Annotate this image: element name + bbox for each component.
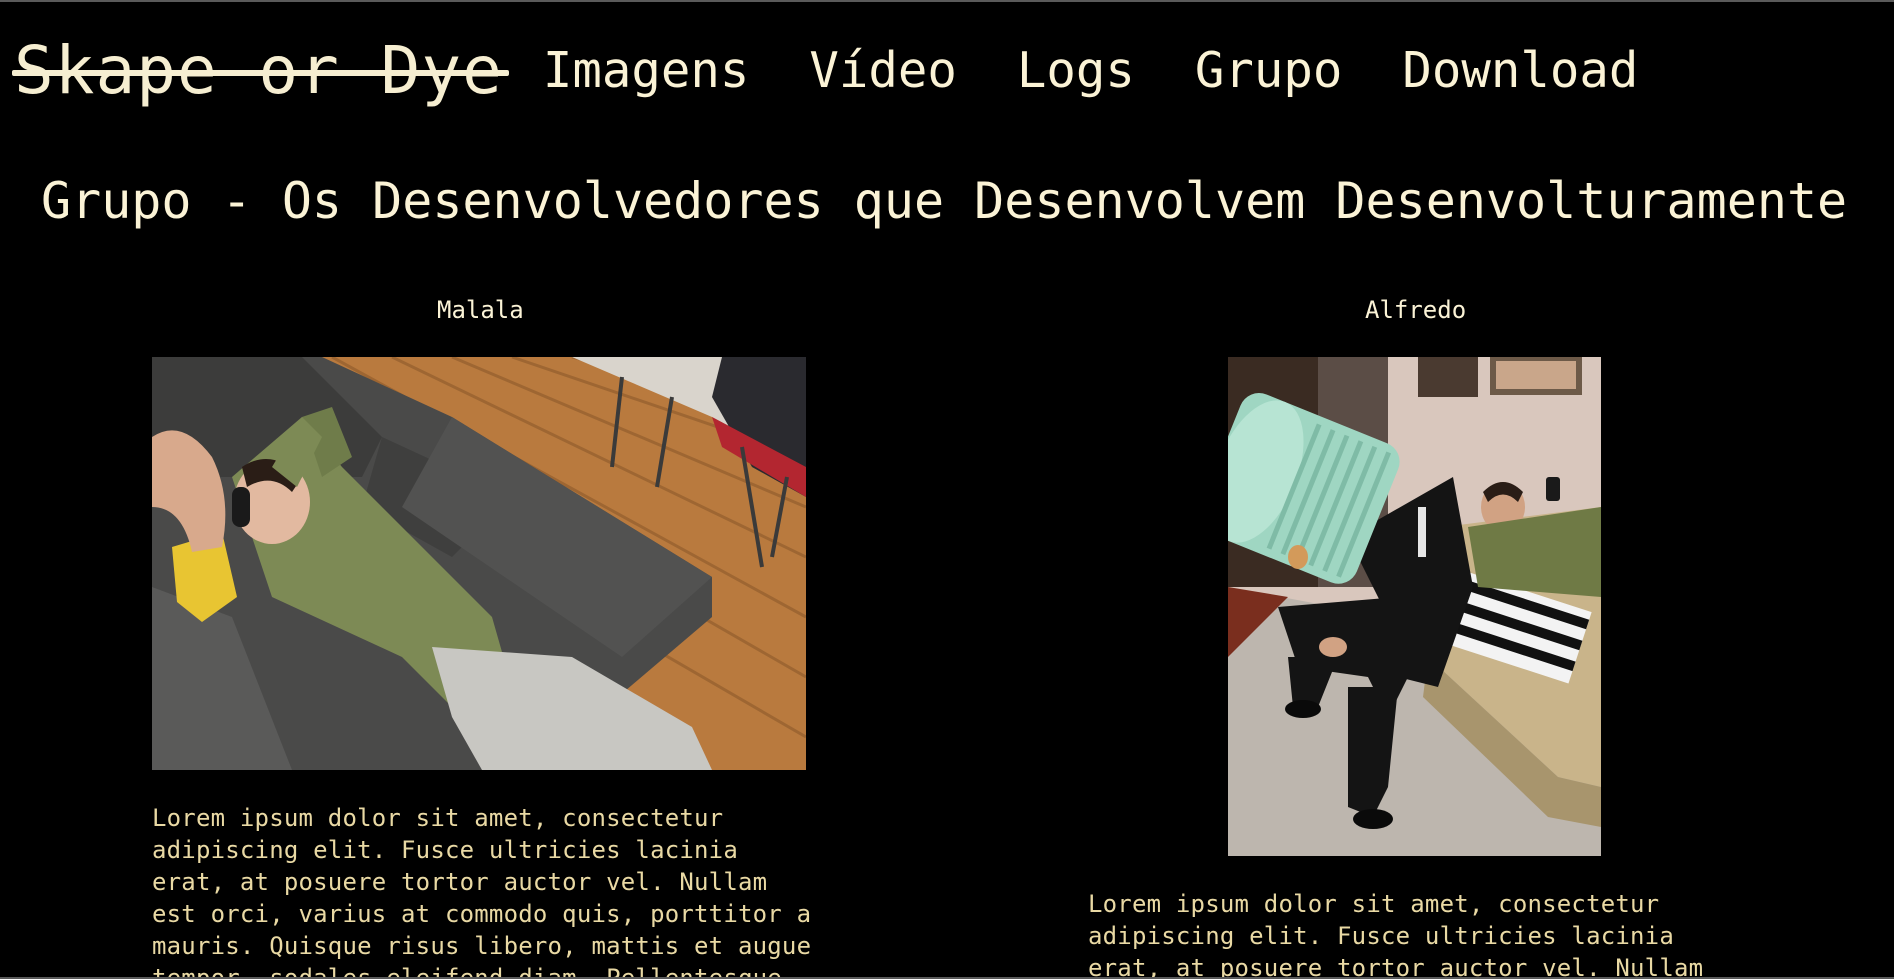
page-title: Grupo - Os Desenvolvedores que Desenvolv…: [41, 172, 1848, 230]
member-photo-illustration: [152, 357, 806, 770]
nav-link-grupo[interactable]: Grupo: [1195, 42, 1343, 99]
nav-links: Imagens Vídeo Logs Grupo Download: [543, 42, 1699, 99]
logo-strikethrough: [12, 69, 509, 76]
nav-link-download[interactable]: Download: [1402, 42, 1638, 99]
member-photo-illustration: [1228, 357, 1601, 856]
member-photo: [152, 357, 806, 770]
member-bio: Lorem ipsum dolor sit amet, consectetur …: [152, 804, 812, 979]
member-photo: [1228, 357, 1601, 856]
nav-link-video[interactable]: Vídeo: [809, 42, 957, 99]
member-bio: Lorem ipsum dolor sit amet, consectetur …: [1088, 890, 1704, 979]
top-nav: Skape or Dye Imagens Vídeo Logs Grupo Do…: [12, 30, 1699, 110]
nav-link-imagens[interactable]: Imagens: [543, 42, 750, 99]
member-name: Alfredo: [1365, 296, 1467, 324]
site-logo[interactable]: Skape or Dye: [12, 32, 509, 109]
member-name: Malala: [437, 296, 524, 324]
nav-link-logs[interactable]: Logs: [1017, 42, 1135, 99]
